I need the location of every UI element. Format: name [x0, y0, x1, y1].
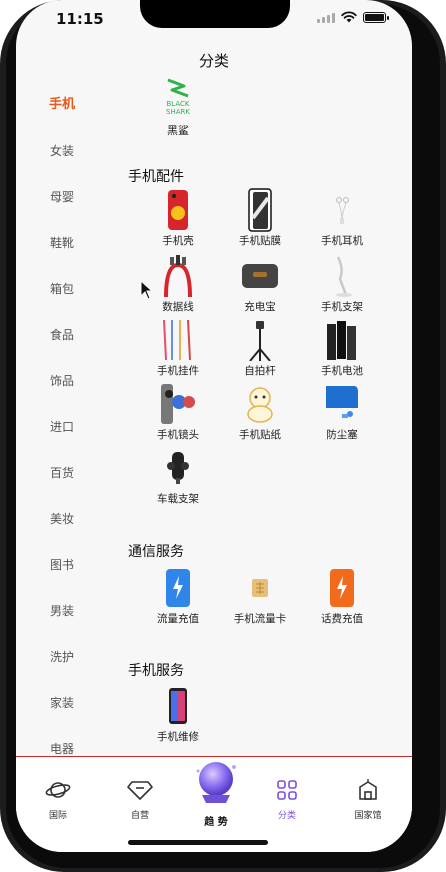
- phone-charm-icon: [163, 319, 191, 361]
- sidebar-item-general[interactable]: 百货: [16, 450, 108, 496]
- sidebar-item-womens[interactable]: 女装: [16, 128, 108, 174]
- item-phone-stand[interactable]: 手机支架: [300, 254, 384, 314]
- phone-screen: 11:15 分类 手机 女装 母婴 鞋靴 箱包 食品 饰品 进口 百货 美妆 图…: [16, 0, 412, 852]
- home-indicator: [128, 840, 268, 845]
- sim-card-icon: [252, 579, 268, 597]
- signal-icon: [317, 12, 335, 23]
- data-topup-icon: [166, 569, 190, 607]
- power-bank-icon: [242, 264, 278, 288]
- dust-plug-icon: [326, 386, 358, 418]
- tab-category[interactable]: 分类: [257, 779, 317, 821]
- sidebar-item-bags[interactable]: 箱包: [16, 266, 108, 312]
- earphones-icon: [336, 197, 349, 224]
- item-phone-lens[interactable]: 手机镜头: [136, 382, 220, 442]
- building-icon: [359, 779, 377, 800]
- svg-text:BLACK: BLACK: [166, 100, 189, 108]
- sidebar-item-beauty[interactable]: 美妆: [16, 496, 108, 542]
- sidebar-item-baby[interactable]: 母婴: [16, 174, 108, 220]
- item-selfie-stick[interactable]: 自拍杆: [218, 318, 302, 378]
- mouse-cursor-icon: [140, 280, 154, 300]
- wifi-icon: [341, 11, 357, 23]
- sidebar-item-food[interactable]: 食品: [16, 312, 108, 358]
- tab-self-operated[interactable]: 自营: [110, 779, 170, 821]
- brand-blackshark[interactable]: BLACK SHARK 黑鲨: [148, 78, 208, 138]
- data-cable-icon: [164, 255, 192, 297]
- phone-lens-icon: [161, 384, 195, 424]
- sidebar-item-mens[interactable]: 男装: [16, 588, 108, 634]
- notch: [140, 0, 290, 28]
- sidebar-item-care[interactable]: 洗护: [16, 634, 108, 680]
- item-phone-case[interactable]: 手机壳: [136, 188, 220, 248]
- item-phone-sticker[interactable]: 手机贴纸: [218, 382, 302, 442]
- item-car-mount[interactable]: 车载支架: [136, 446, 220, 506]
- tab-country-pavilion[interactable]: 国家馆: [338, 779, 398, 821]
- section-title-accessories: 手机配件: [128, 169, 184, 185]
- item-data-topup[interactable]: 流量充值: [136, 566, 220, 626]
- screen-protector-icon: [248, 188, 272, 232]
- phone-battery-icon: [327, 321, 356, 360]
- tab-trends[interactable]: 趋 势: [184, 757, 248, 828]
- planet-icon: [45, 782, 71, 798]
- sidebar-item-phone[interactable]: 手机: [16, 82, 108, 128]
- sidebar-item-books[interactable]: 图书: [16, 542, 108, 588]
- item-phone-topup[interactable]: 话费充值: [300, 566, 384, 626]
- blackshark-logo-icon: BLACK SHARK: [166, 78, 190, 116]
- item-power-bank[interactable]: 充电宝: [218, 254, 302, 314]
- item-data-sim[interactable]: 手机流量卡: [218, 566, 302, 626]
- item-screen-protector[interactable]: 手机贴膜: [218, 188, 302, 248]
- item-earphones[interactable]: 手机耳机: [300, 188, 384, 248]
- diamond-icon: [127, 781, 153, 800]
- brand-label: 黑鲨: [167, 124, 189, 137]
- item-phone-repair[interactable]: 手机维修: [136, 684, 220, 744]
- selfie-stick-icon: [249, 321, 271, 361]
- phone-sticker-icon: [247, 387, 273, 423]
- category-sidebar: 手机 女装 母婴 鞋靴 箱包 食品 饰品 进口 百货 美妆 图书 男装 洗护 家…: [16, 82, 108, 772]
- item-phone-battery[interactable]: 手机电池: [300, 318, 384, 378]
- sidebar-item-shoes[interactable]: 鞋靴: [16, 220, 108, 266]
- item-dust-plug[interactable]: 防尘塞: [300, 382, 384, 442]
- car-mount-icon: [167, 452, 189, 484]
- tab-international[interactable]: 国际: [28, 779, 88, 821]
- sidebar-item-imports[interactable]: 进口: [16, 404, 108, 450]
- phone-topup-icon: [330, 569, 354, 607]
- sidebar-item-home[interactable]: 家装: [16, 680, 108, 726]
- battery-icon: [363, 11, 389, 23]
- tab-bar: 国际 自营 趋 势 分类 国家馆: [16, 756, 412, 852]
- section-title-telecom: 通信服务: [128, 544, 184, 560]
- status-icons: [317, 11, 389, 23]
- sidebar-item-jewelry[interactable]: 饰品: [16, 358, 108, 404]
- grid-icon: [277, 780, 297, 800]
- phone-stand-icon: [336, 256, 352, 297]
- item-phone-charm[interactable]: 手机挂件: [136, 318, 220, 378]
- phone-repair-icon: [169, 688, 187, 724]
- page-title: 分类: [198, 52, 229, 70]
- crystal-icon: [196, 762, 236, 803]
- section-title-service: 手机服务: [128, 663, 184, 679]
- status-time: 11:15: [56, 10, 104, 28]
- phone-case-icon: [168, 190, 188, 230]
- svg-text:SHARK: SHARK: [166, 108, 190, 116]
